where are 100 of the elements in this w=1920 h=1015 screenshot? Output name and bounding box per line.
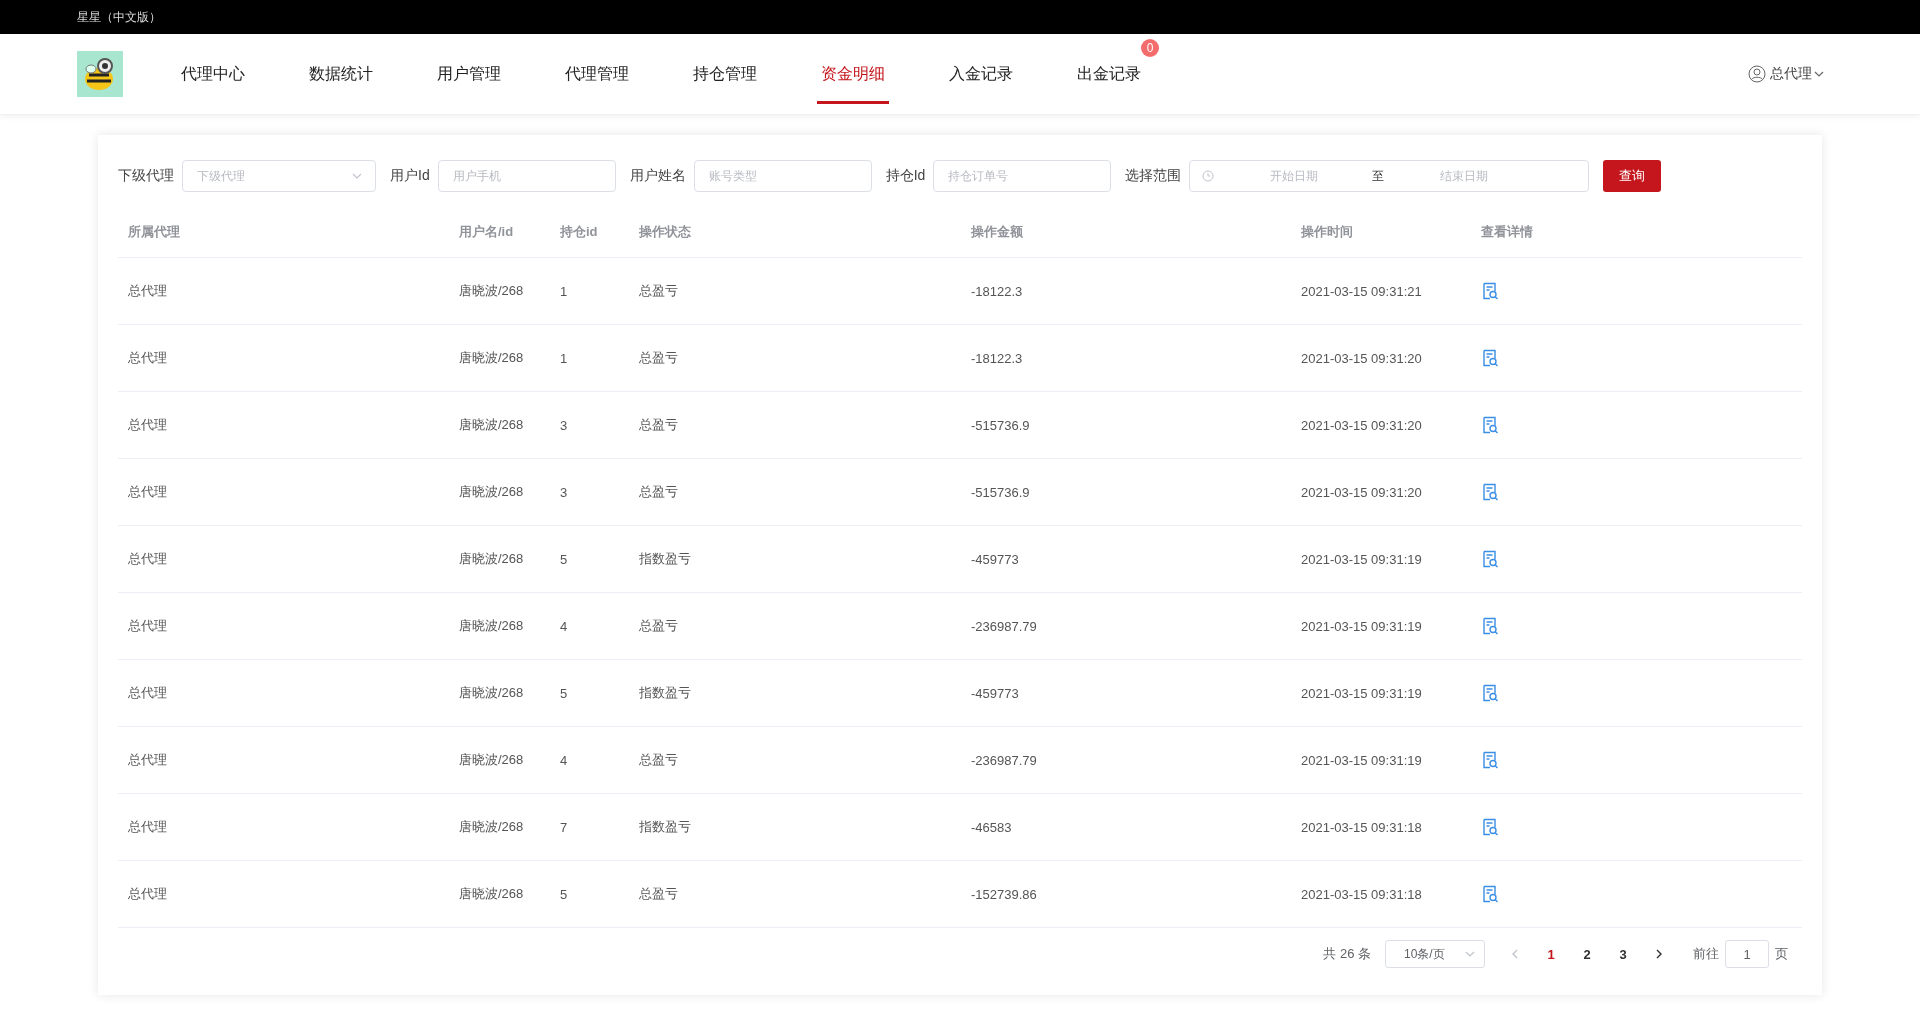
- table-cell: -459773: [971, 551, 1019, 567]
- table-cell: 4: [560, 618, 568, 634]
- table-cell: -515736.9: [971, 417, 1030, 433]
- table-cell: 总代理: [128, 483, 167, 501]
- table-cell: 指数盈亏: [639, 550, 691, 568]
- table-cell: -18122.3: [971, 283, 1023, 299]
- table-cell: -152739.86: [971, 886, 1037, 902]
- goto-label: 前往: [1693, 945, 1719, 963]
- table-cell: 2021-03-15 09:31:19: [1301, 551, 1422, 567]
- page-input[interactable]: 1: [1725, 940, 1769, 968]
- table-cell: 总代理: [128, 617, 167, 635]
- table-cell: -236987.79: [971, 618, 1037, 634]
- table-cell: 总盈亏: [639, 483, 678, 501]
- view-detail-icon[interactable]: [1481, 282, 1499, 300]
- table-cell: 唐晓波/268: [459, 818, 524, 836]
- page-number[interactable]: 2: [1569, 946, 1605, 962]
- table-cell: 总代理: [128, 684, 167, 702]
- view-detail-icon[interactable]: [1481, 751, 1499, 769]
- page-suffix: 页: [1775, 945, 1788, 963]
- table-cell: 唐晓波/268: [459, 282, 524, 300]
- column-header: 操作时间: [1300, 223, 1354, 241]
- filter-label: 持仓Id: [885, 167, 926, 185]
- table-cell: 指数盈亏: [639, 684, 691, 702]
- table-cell: -515736.9: [971, 484, 1030, 500]
- page-number[interactable]: 3: [1605, 946, 1641, 962]
- table-cell: 总代理: [128, 885, 167, 903]
- view-detail-icon[interactable]: [1481, 885, 1499, 903]
- nav-tab[interactable]: 出金记录 0: [1045, 34, 1173, 114]
- table-cell: -236987.79: [971, 752, 1037, 768]
- input-field[interactable]: 用户手机: [437, 160, 616, 192]
- table-cell: 总盈亏: [639, 617, 678, 635]
- input-field[interactable]: 账号类型: [693, 160, 872, 192]
- table-cell: 总代理: [128, 416, 167, 434]
- table-cell: 5: [560, 886, 568, 902]
- table-cell: 2021-03-15 09:31:20: [1301, 417, 1422, 433]
- table-cell: 总盈亏: [639, 349, 678, 367]
- view-detail-icon[interactable]: [1481, 483, 1499, 501]
- table-cell: 2021-03-15 09:31:20: [1301, 484, 1422, 500]
- view-detail-icon[interactable]: [1481, 349, 1499, 367]
- view-detail-icon[interactable]: [1481, 684, 1499, 702]
- table-cell: 5: [560, 551, 568, 567]
- count-badge: 0: [1141, 39, 1159, 57]
- column-header: 持仓id: [559, 223, 599, 241]
- table-cell: 唐晓波/268: [459, 684, 524, 702]
- column-header: 所属代理: [127, 223, 181, 241]
- bee-logo: [77, 51, 123, 97]
- table-cell: -46583: [971, 819, 1012, 835]
- table-cell: 唐晓波/268: [459, 349, 524, 367]
- table-cell: 3: [560, 417, 568, 433]
- column-header: 操作金额: [970, 223, 1024, 241]
- view-detail-icon[interactable]: [1481, 818, 1499, 836]
- filter-label: 下级代理: [118, 167, 174, 185]
- table-cell: 总代理: [128, 349, 167, 367]
- table-cell: 4: [560, 752, 568, 768]
- table-cell: 2021-03-15 09:31:19: [1301, 752, 1422, 768]
- table-cell: 唐晓波/268: [459, 751, 524, 769]
- nav-tab[interactable]: 数据统计: [277, 34, 405, 114]
- table-cell: 总代理: [128, 751, 167, 769]
- table-cell: 1: [560, 283, 568, 299]
- nav-tab[interactable]: 持仓管理: [661, 34, 789, 114]
- date-range-field[interactable]: 开始日期 至 结束日期: [1189, 160, 1590, 192]
- view-detail-icon[interactable]: [1481, 416, 1499, 434]
- table-cell: 7: [560, 819, 568, 835]
- search-button[interactable]: 查询: [1603, 160, 1662, 192]
- table-cell: 2021-03-15 09:31:18: [1301, 886, 1422, 902]
- column-header: 查看详情: [1480, 223, 1534, 241]
- table-cell: -18122.3: [971, 350, 1023, 366]
- nav-tab[interactable]: 用户管理: [405, 34, 533, 114]
- total-count: 共 26 条: [1323, 945, 1371, 963]
- table-cell: 总盈亏: [639, 282, 678, 300]
- table-cell: 唐晓波/268: [459, 550, 524, 568]
- filter-label: 用户姓名: [629, 167, 686, 185]
- clock-icon: [1202, 170, 1215, 182]
- table-cell: 唐晓波/268: [459, 483, 524, 501]
- table-cell: 总代理: [128, 282, 167, 300]
- table-cell: 2021-03-15 09:31:20: [1301, 350, 1422, 366]
- table-cell: 总代理: [128, 550, 167, 568]
- table-cell: -459773: [971, 685, 1019, 701]
- nav-tab[interactable]: 入金记录: [917, 34, 1045, 114]
- filter-label: 选择范围: [1125, 167, 1182, 185]
- nav-tab[interactable]: 代理管理: [533, 34, 661, 114]
- app-title: 星星（中文版）: [77, 8, 161, 26]
- page-size-select[interactable]: 10条/页: [1385, 940, 1485, 968]
- table-cell: 2021-03-15 09:31:19: [1301, 618, 1422, 634]
- user-menu[interactable]: 总代理: [1748, 65, 1825, 83]
- input-field[interactable]: 持仓订单号: [933, 160, 1112, 192]
- table-cell: 唐晓波/268: [459, 617, 524, 635]
- nav-tab[interactable]: 资金明细: [789, 34, 917, 114]
- filter-label: 用户Id: [390, 167, 430, 185]
- view-detail-icon[interactable]: [1481, 550, 1499, 568]
- table-cell: 2021-03-15 09:31:18: [1301, 819, 1422, 835]
- table-cell: 2021-03-15 09:31:19: [1301, 685, 1422, 701]
- view-detail-icon[interactable]: [1481, 617, 1499, 635]
- page-number[interactable]: 1: [1533, 946, 1569, 962]
- table-cell: 总盈亏: [639, 416, 678, 434]
- user-icon: [1748, 65, 1766, 83]
- table-cell: 总代理: [128, 818, 167, 836]
- nav-tab[interactable]: 代理中心: [149, 34, 277, 114]
- table-cell: 唐晓波/268: [459, 885, 524, 903]
- column-header: 用户名/id: [458, 223, 515, 241]
